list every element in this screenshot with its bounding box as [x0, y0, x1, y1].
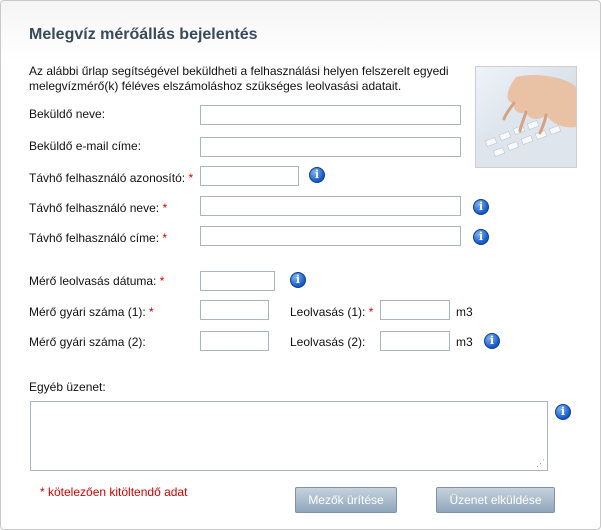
reading-1-input[interactable] — [380, 300, 450, 320]
info-icon[interactable]: i — [555, 404, 571, 420]
meter-serial-2-input[interactable] — [200, 331, 269, 351]
reading-1-label: Leolvasás (1): * — [290, 305, 373, 319]
reading-1-unit: m3 — [456, 305, 473, 319]
reading-date-label-text: Mérő leolvasás dátuma: — [29, 274, 157, 288]
consumer-name-label: Távhő felhasználó neve: * — [29, 201, 167, 215]
intro-line-2: melegvízmérő(k) féléves elszámoláshoz sz… — [29, 79, 402, 93]
message-textarea[interactable]: ⋰ — [30, 401, 548, 471]
required-marker: * — [159, 274, 165, 288]
consumer-id-input[interactable] — [200, 166, 299, 186]
intro-text: Az alábbi űrlap segítségével beküldheti … — [29, 64, 469, 94]
keyboard-hand-image — [476, 67, 576, 167]
reading-2-input[interactable] — [380, 331, 450, 351]
required-marker: * — [188, 171, 194, 185]
message-label-text: Egyéb üzenet: — [29, 380, 106, 394]
required-note: * kötelezően kitöltendő adat — [40, 485, 188, 499]
required-marker: * — [162, 231, 168, 245]
reading-date-label: Mérő leolvasás dátuma: * — [29, 274, 164, 288]
sender-email-label: Beküldő e-mail címe: — [29, 139, 141, 153]
meter-serial-1-label: Mérő gyári száma (1): * — [29, 305, 154, 319]
clear-fields-button[interactable]: Mezők ürítése — [295, 487, 397, 513]
consumer-address-input[interactable] — [200, 226, 461, 246]
meter-serial-1-label-text: Mérő gyári száma (1): — [29, 305, 146, 319]
consumer-address-label: Távhő felhasználó címe: * — [29, 231, 167, 245]
reading-2-label: Leolvasás (2): — [290, 335, 365, 349]
keyboard-hand-photo — [475, 66, 577, 168]
meter-serial-2-label: Mérő gyári száma (2): — [29, 335, 146, 349]
message-label: Egyéb üzenet: — [29, 380, 106, 394]
required-marker: * — [162, 201, 168, 215]
sender-name-label-text: Beküldő neve: — [29, 107, 106, 121]
sender-email-input[interactable] — [200, 137, 461, 157]
sender-name-input[interactable] — [200, 105, 461, 125]
info-icon[interactable]: i — [473, 229, 489, 245]
required-marker: * — [149, 305, 154, 319]
info-icon[interactable]: i — [473, 199, 489, 215]
send-message-button[interactable]: Üzenet elküldése — [436, 487, 555, 513]
intro-line-1: Az alábbi űrlap segítségével beküldheti … — [29, 64, 449, 78]
info-icon[interactable]: i — [484, 333, 500, 349]
info-icon[interactable]: i — [290, 272, 306, 288]
reading-2-unit: m3 — [456, 335, 473, 349]
consumer-name-label-text: Távhő felhasználó neve: — [29, 201, 160, 215]
reading-2-label-text: Leolvasás (2): — [290, 335, 366, 349]
meter-serial-1-input[interactable] — [200, 300, 269, 320]
meter-serial-2-label-text: Mérő gyári száma (2): — [29, 335, 146, 349]
info-icon[interactable]: i — [309, 167, 325, 183]
reading-date-input[interactable] — [200, 271, 275, 291]
resize-grip-icon[interactable]: ⋰ — [536, 459, 545, 468]
consumer-address-label-text: Távhő felhasználó címe: — [29, 231, 160, 245]
consumer-id-label-text: Távhő felhasználó azonosító: — [29, 171, 186, 185]
consumer-name-input[interactable] — [200, 196, 461, 216]
sender-name-label: Beküldő neve: — [29, 107, 105, 121]
required-marker: * — [368, 305, 374, 319]
reading-1-label-text: Leolvasás (1): — [290, 305, 366, 319]
consumer-id-label: Távhő felhasználó azonosító: * — [29, 171, 193, 185]
sender-email-label-text: Beküldő e-mail címe: — [29, 139, 142, 153]
page-title: Melegvíz mérőállás bejelentés — [29, 26, 258, 43]
